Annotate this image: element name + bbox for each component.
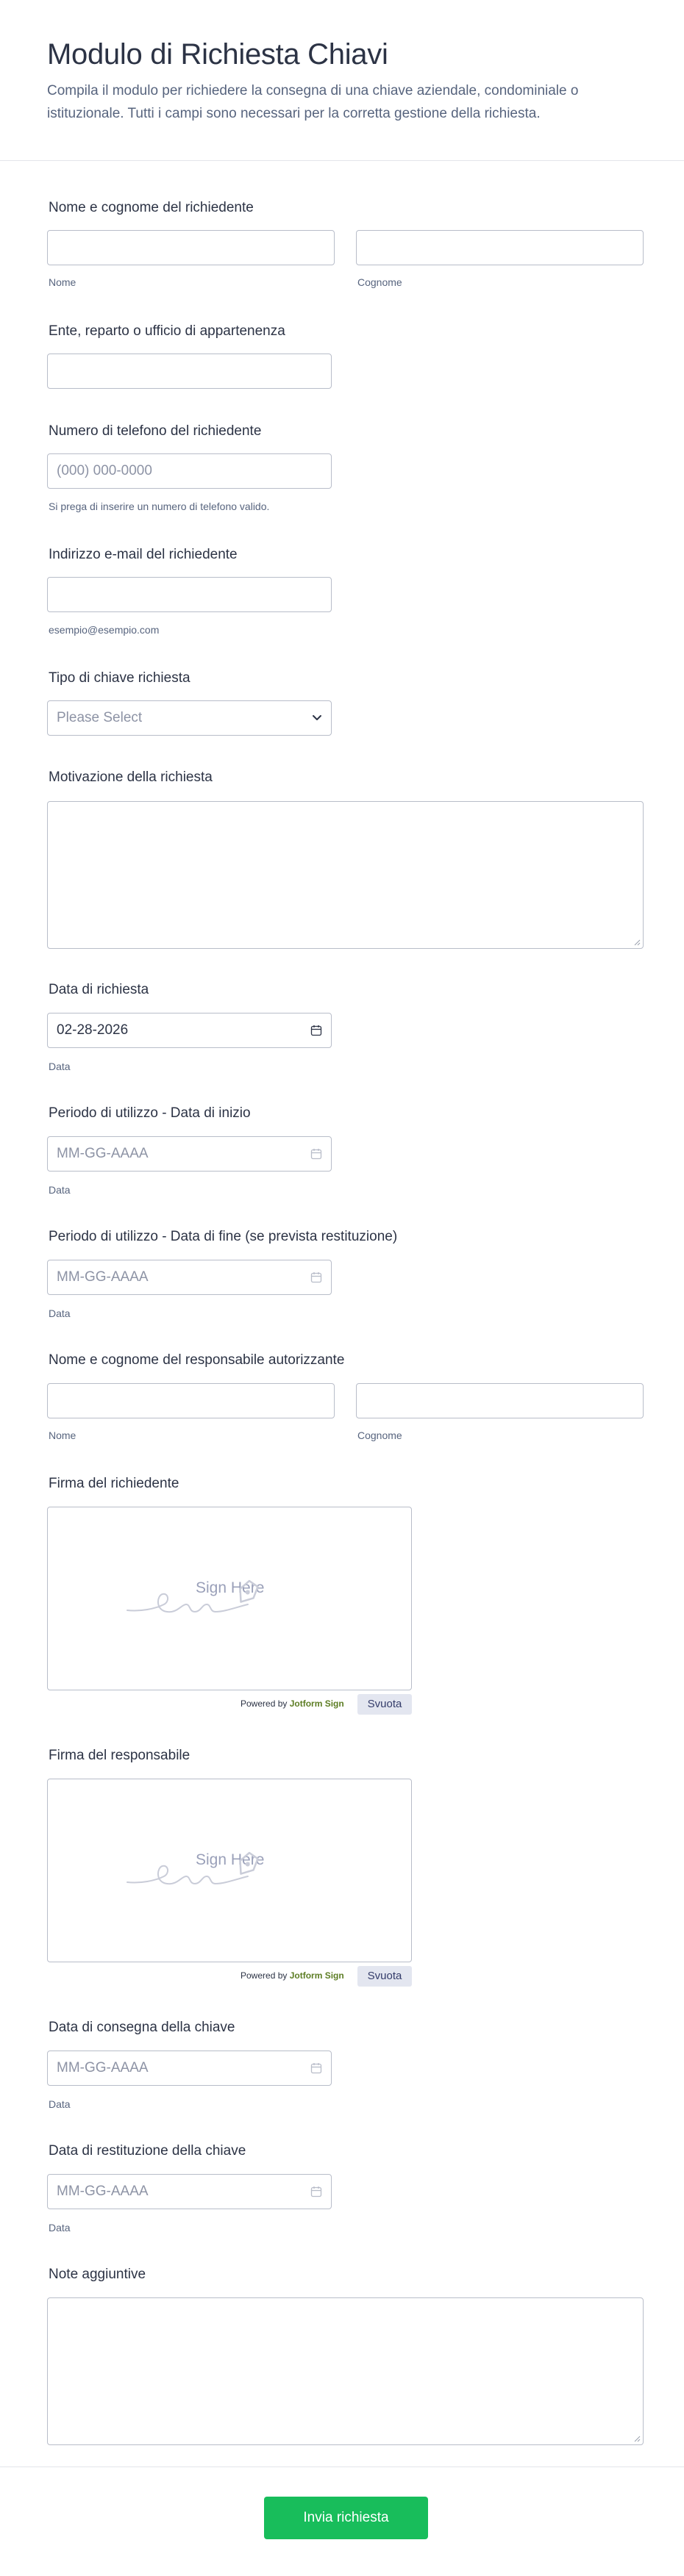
return-date-placeholder: MM-GG-AAAA — [57, 2184, 149, 2199]
key-type-select[interactable]: Please Select — [47, 700, 332, 736]
delivery-date-sublabel: Data — [49, 2098, 71, 2110]
page-title: Modulo di Richiesta Chiavi — [47, 38, 388, 71]
manager-signature-pad[interactable]: Sign Here — [47, 1779, 412, 1962]
department-label: Ente, reparto o ufficio di appartenenza — [49, 323, 285, 339]
jotform-sign-brand: Jotform Sign — [289, 1698, 344, 1709]
start-date-placeholder: MM-GG-AAAA — [57, 1146, 149, 1161]
chevron-down-icon — [313, 715, 321, 720]
end-date-sublabel: Data — [49, 1307, 71, 1319]
page-subtitle: Compila il modulo per richiedere la cons… — [47, 83, 579, 121]
request-date-label: Data di richiesta — [49, 982, 149, 997]
start-date-input[interactable]: MM-GG-AAAA — [47, 1136, 332, 1172]
submit-button[interactable]: Invia richiesta — [264, 2497, 428, 2539]
email-label: Indirizzo e-mail del richiedente — [49, 547, 238, 562]
reason-label: Motivazione della richiesta — [49, 769, 213, 785]
return-date-sublabel: Data — [49, 2222, 71, 2234]
powered-by-text: Powered by Jotform Sign — [241, 1698, 344, 1709]
clear-signature-button[interactable]: Svuota — [357, 1966, 412, 1987]
jotform-sign-brand: Jotform Sign — [289, 1970, 344, 1981]
requester-name-label: Nome e cognome del richiedente — [49, 200, 254, 215]
phone-input[interactable]: (000) 000-0000 — [47, 453, 332, 489]
phone-sublabel: Si prega di inserire un numero di telefo… — [49, 501, 270, 512]
delivery-date-label: Data di consegna della chiave — [49, 2020, 235, 2035]
key-type-placeholder: Please Select — [57, 710, 143, 725]
authorizer-name-label: Nome e cognome del responsabile autorizz… — [49, 1352, 345, 1368]
authorizer-last-name-input[interactable] — [356, 1383, 644, 1418]
pen-nib-icon — [127, 1851, 259, 1885]
phone-placeholder: (000) 000-0000 — [57, 463, 152, 478]
department-input[interactable] — [47, 354, 332, 389]
reason-textarea[interactable] — [47, 801, 644, 949]
authorizer-first-sublabel: Nome — [49, 1429, 76, 1441]
authorizer-last-sublabel: Cognome — [357, 1429, 402, 1441]
start-date-sublabel: Data — [49, 1184, 71, 1196]
request-date-input[interactable]: 02-28-2026 — [47, 1013, 332, 1048]
delivery-date-placeholder: MM-GG-AAAA — [57, 2060, 149, 2075]
powered-by-text: Powered by Jotform Sign — [241, 1970, 344, 1981]
request-date-sublabel: Data — [49, 1061, 71, 1072]
delivery-date-input[interactable]: MM-GG-AAAA — [47, 2051, 332, 2086]
pen-nib-icon — [127, 1579, 259, 1613]
resize-handle-icon[interactable] — [633, 2435, 641, 2442]
key-type-label: Tipo di chiave richiesta — [49, 670, 190, 686]
calendar-icon[interactable] — [310, 2186, 322, 2198]
notes-label: Note aggiuntive — [49, 2267, 146, 2282]
first-name-sublabel: Nome — [49, 276, 76, 288]
start-date-label: Periodo di utilizzo - Data di inizio — [49, 1105, 251, 1121]
last-name-sublabel: Cognome — [357, 276, 402, 288]
return-date-input[interactable]: MM-GG-AAAA — [47, 2174, 332, 2209]
requester-signature-label: Firma del richiedente — [49, 1476, 179, 1491]
end-date-label: Periodo di utilizzo - Data di fine (se p… — [49, 1229, 398, 1244]
requester-last-name-input[interactable] — [356, 230, 644, 265]
end-date-input[interactable]: MM-GG-AAAA — [47, 1260, 332, 1295]
manager-signature-label: Firma del responsabile — [49, 1748, 190, 1763]
clear-signature-button[interactable]: Svuota — [357, 1694, 412, 1715]
end-date-placeholder: MM-GG-AAAA — [57, 1269, 149, 1285]
return-date-label: Data di restituzione della chiave — [49, 2143, 246, 2159]
form-header: Modulo di Richiesta Chiavi Compila il mo… — [0, 0, 684, 161]
email-input[interactable] — [47, 577, 332, 612]
calendar-icon[interactable] — [310, 2062, 322, 2074]
email-sublabel: esempio@esempio.com — [49, 624, 160, 636]
request-date-value: 02-28-2026 — [57, 1022, 129, 1038]
resize-handle-icon[interactable] — [633, 939, 641, 946]
form-footer: Invia richiesta — [0, 2466, 684, 2576]
phone-label: Numero di telefono del richiedente — [49, 423, 262, 439]
calendar-icon[interactable] — [310, 1148, 322, 1160]
calendar-icon[interactable] — [310, 1025, 322, 1036]
authorizer-first-name-input[interactable] — [47, 1383, 335, 1418]
notes-textarea[interactable] — [47, 2297, 644, 2445]
calendar-icon[interactable] — [310, 1271, 322, 1283]
requester-first-name-input[interactable] — [47, 230, 335, 265]
requester-signature-pad[interactable]: Sign Here — [47, 1507, 412, 1690]
